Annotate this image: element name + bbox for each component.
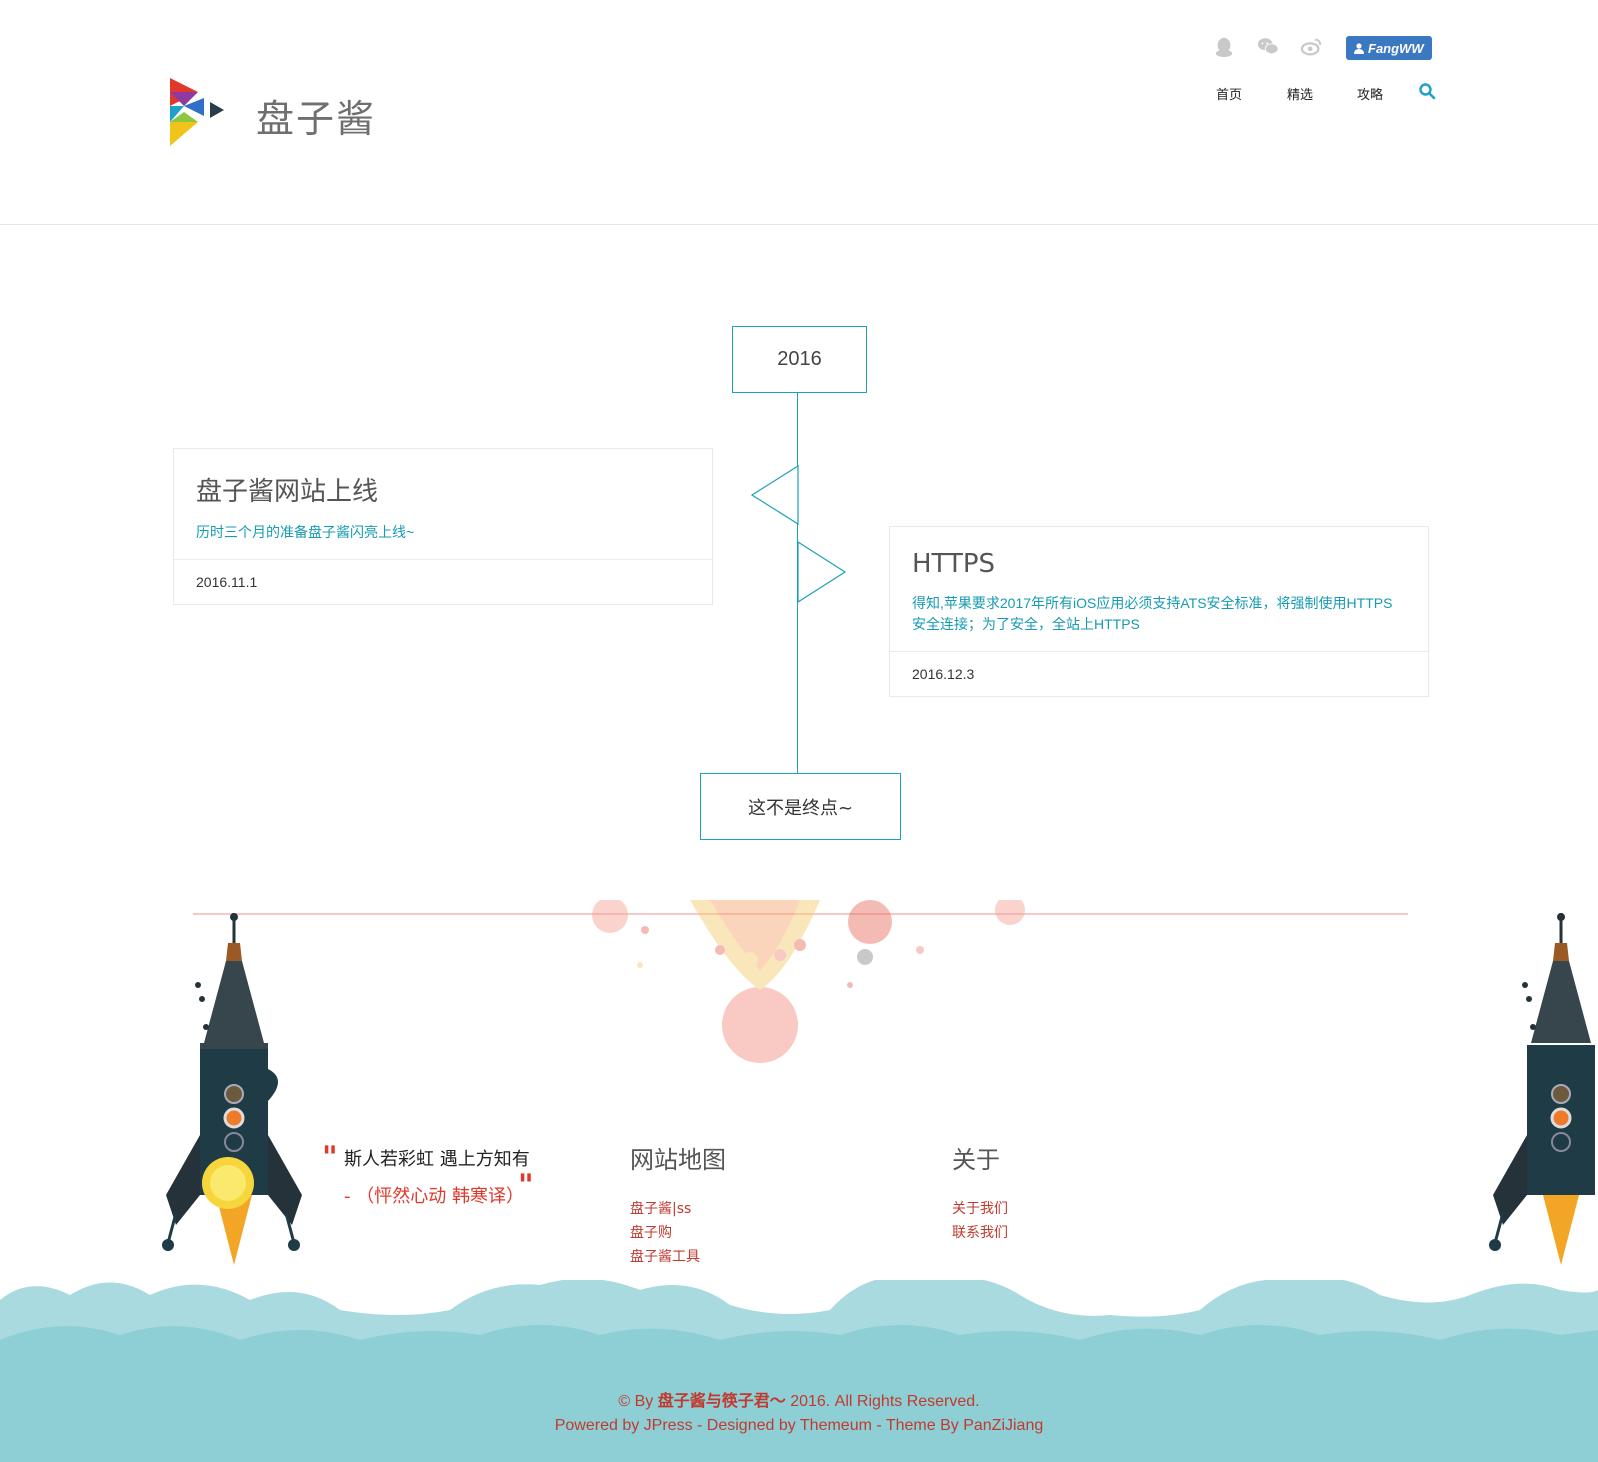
- timeline-card-date: 2016.12.3: [912, 666, 975, 682]
- user-badge[interactable]: FangWW: [1346, 36, 1432, 60]
- timeline-card-desc: 历时三个月的准备盘子酱闪亮上线~: [196, 524, 415, 540]
- rocket-right-illustration: [1489, 913, 1595, 1265]
- quote-author: - （怦然心动 韩寒译）: [344, 1186, 524, 1207]
- footer-copyright: © By 盘子酱与筷子君～ 2016. All Rights Reserved.…: [0, 1390, 1598, 1438]
- timeline-end-label: 这不是终点~: [747, 797, 854, 819]
- site-brand-name[interactable]: 盘子酱: [256, 88, 376, 143]
- footer-sitemap: 网站地图 盘子酱|ss 盘子购 盘子酱工具: [630, 1140, 726, 1269]
- timeline-card-date: 2016.11.1: [196, 574, 258, 590]
- timeline-arrow-left-icon: [751, 465, 799, 525]
- timeline-card-desc: 得知,苹果要求2017年所有iOS应用必须支持ATS安全标准，将强制使用HTTP…: [912, 595, 1393, 632]
- footer-quote: " 斯人若彩虹 遇上方知有 " - （怦然心动 韩寒译）: [322, 1140, 542, 1208]
- timeline-card-title[interactable]: HTTPS: [912, 549, 1406, 579]
- copyright-suffix: 2016. All Rights Reserved.: [785, 1393, 980, 1410]
- timeline-end-box: 这不是终点~: [700, 773, 901, 840]
- qq-icon[interactable]: [1212, 36, 1236, 58]
- user-icon: [1354, 42, 1364, 54]
- copyright-line: © By 盘子酱与筷子君～ 2016. All Rights Reserved.: [0, 1390, 1598, 1414]
- open-quote-icon: ": [322, 1140, 338, 1175]
- copyright-prefix: © By: [618, 1393, 658, 1410]
- site-header: 盘子酱 FangWW 首页 精选 攻略: [0, 0, 1598, 225]
- user-name: FangWW: [1368, 40, 1424, 56]
- nav-item-guides[interactable]: 攻略: [1357, 84, 1383, 103]
- timeline-year-box: 2016: [732, 326, 867, 393]
- timeline-card[interactable]: HTTPS 得知,苹果要求2017年所有iOS应用必须支持ATS安全标准，将强制…: [889, 526, 1429, 697]
- weibo-icon[interactable]: [1300, 36, 1324, 58]
- about-title: 关于: [952, 1146, 1000, 1174]
- powered-by: Powered by JPress - Designed by Themeum …: [554, 1417, 1044, 1434]
- sitemap-link-ss[interactable]: 盘子酱|ss: [630, 1197, 726, 1221]
- search-icon[interactable]: [1418, 82, 1436, 100]
- about-link-contact-us[interactable]: 联系我们: [952, 1221, 1008, 1245]
- close-quote-icon: ": [518, 1168, 534, 1203]
- nav-item-home[interactable]: 首页: [1216, 84, 1242, 103]
- timeline-card-body: 盘子酱网站上线 历时三个月的准备盘子酱闪亮上线~: [174, 449, 712, 560]
- wechat-icon[interactable]: [1256, 36, 1280, 58]
- sitemap-link-shop[interactable]: 盘子购: [630, 1221, 726, 1245]
- sitemap-link-tools[interactable]: 盘子酱工具: [630, 1245, 726, 1269]
- play-triangles-logo-icon[interactable]: [170, 78, 240, 148]
- rocket-left-illustration: [162, 913, 302, 1265]
- timeline-arrow-right-icon: [797, 541, 847, 603]
- timeline-card[interactable]: 盘子酱网站上线 历时三个月的准备盘子酱闪亮上线~ 2016.11.1: [173, 448, 713, 605]
- nav-item-featured[interactable]: 精选: [1287, 84, 1313, 103]
- copyright-owner[interactable]: 盘子酱与筷子君～: [658, 1393, 786, 1410]
- footer-about: 关于 关于我们 联系我们: [952, 1140, 1008, 1245]
- timeline-card-body: HTTPS 得知,苹果要求2017年所有iOS应用必须支持ATS安全标准，将强制…: [890, 527, 1428, 652]
- quote-text: 斯人若彩虹 遇上方知有: [344, 1149, 530, 1170]
- about-link-about-us[interactable]: 关于我们: [952, 1197, 1008, 1221]
- balloons-illustration: [592, 900, 1025, 1063]
- timeline-card-title[interactable]: 盘子酱网站上线: [196, 471, 690, 508]
- page: 盘子酱 FangWW 首页 精选 攻略 2016 盘子酱网站上线 历时三个月的准…: [0, 0, 1598, 1462]
- timeline-year: 2016: [777, 348, 822, 370]
- sitemap-title: 网站地图: [630, 1146, 726, 1174]
